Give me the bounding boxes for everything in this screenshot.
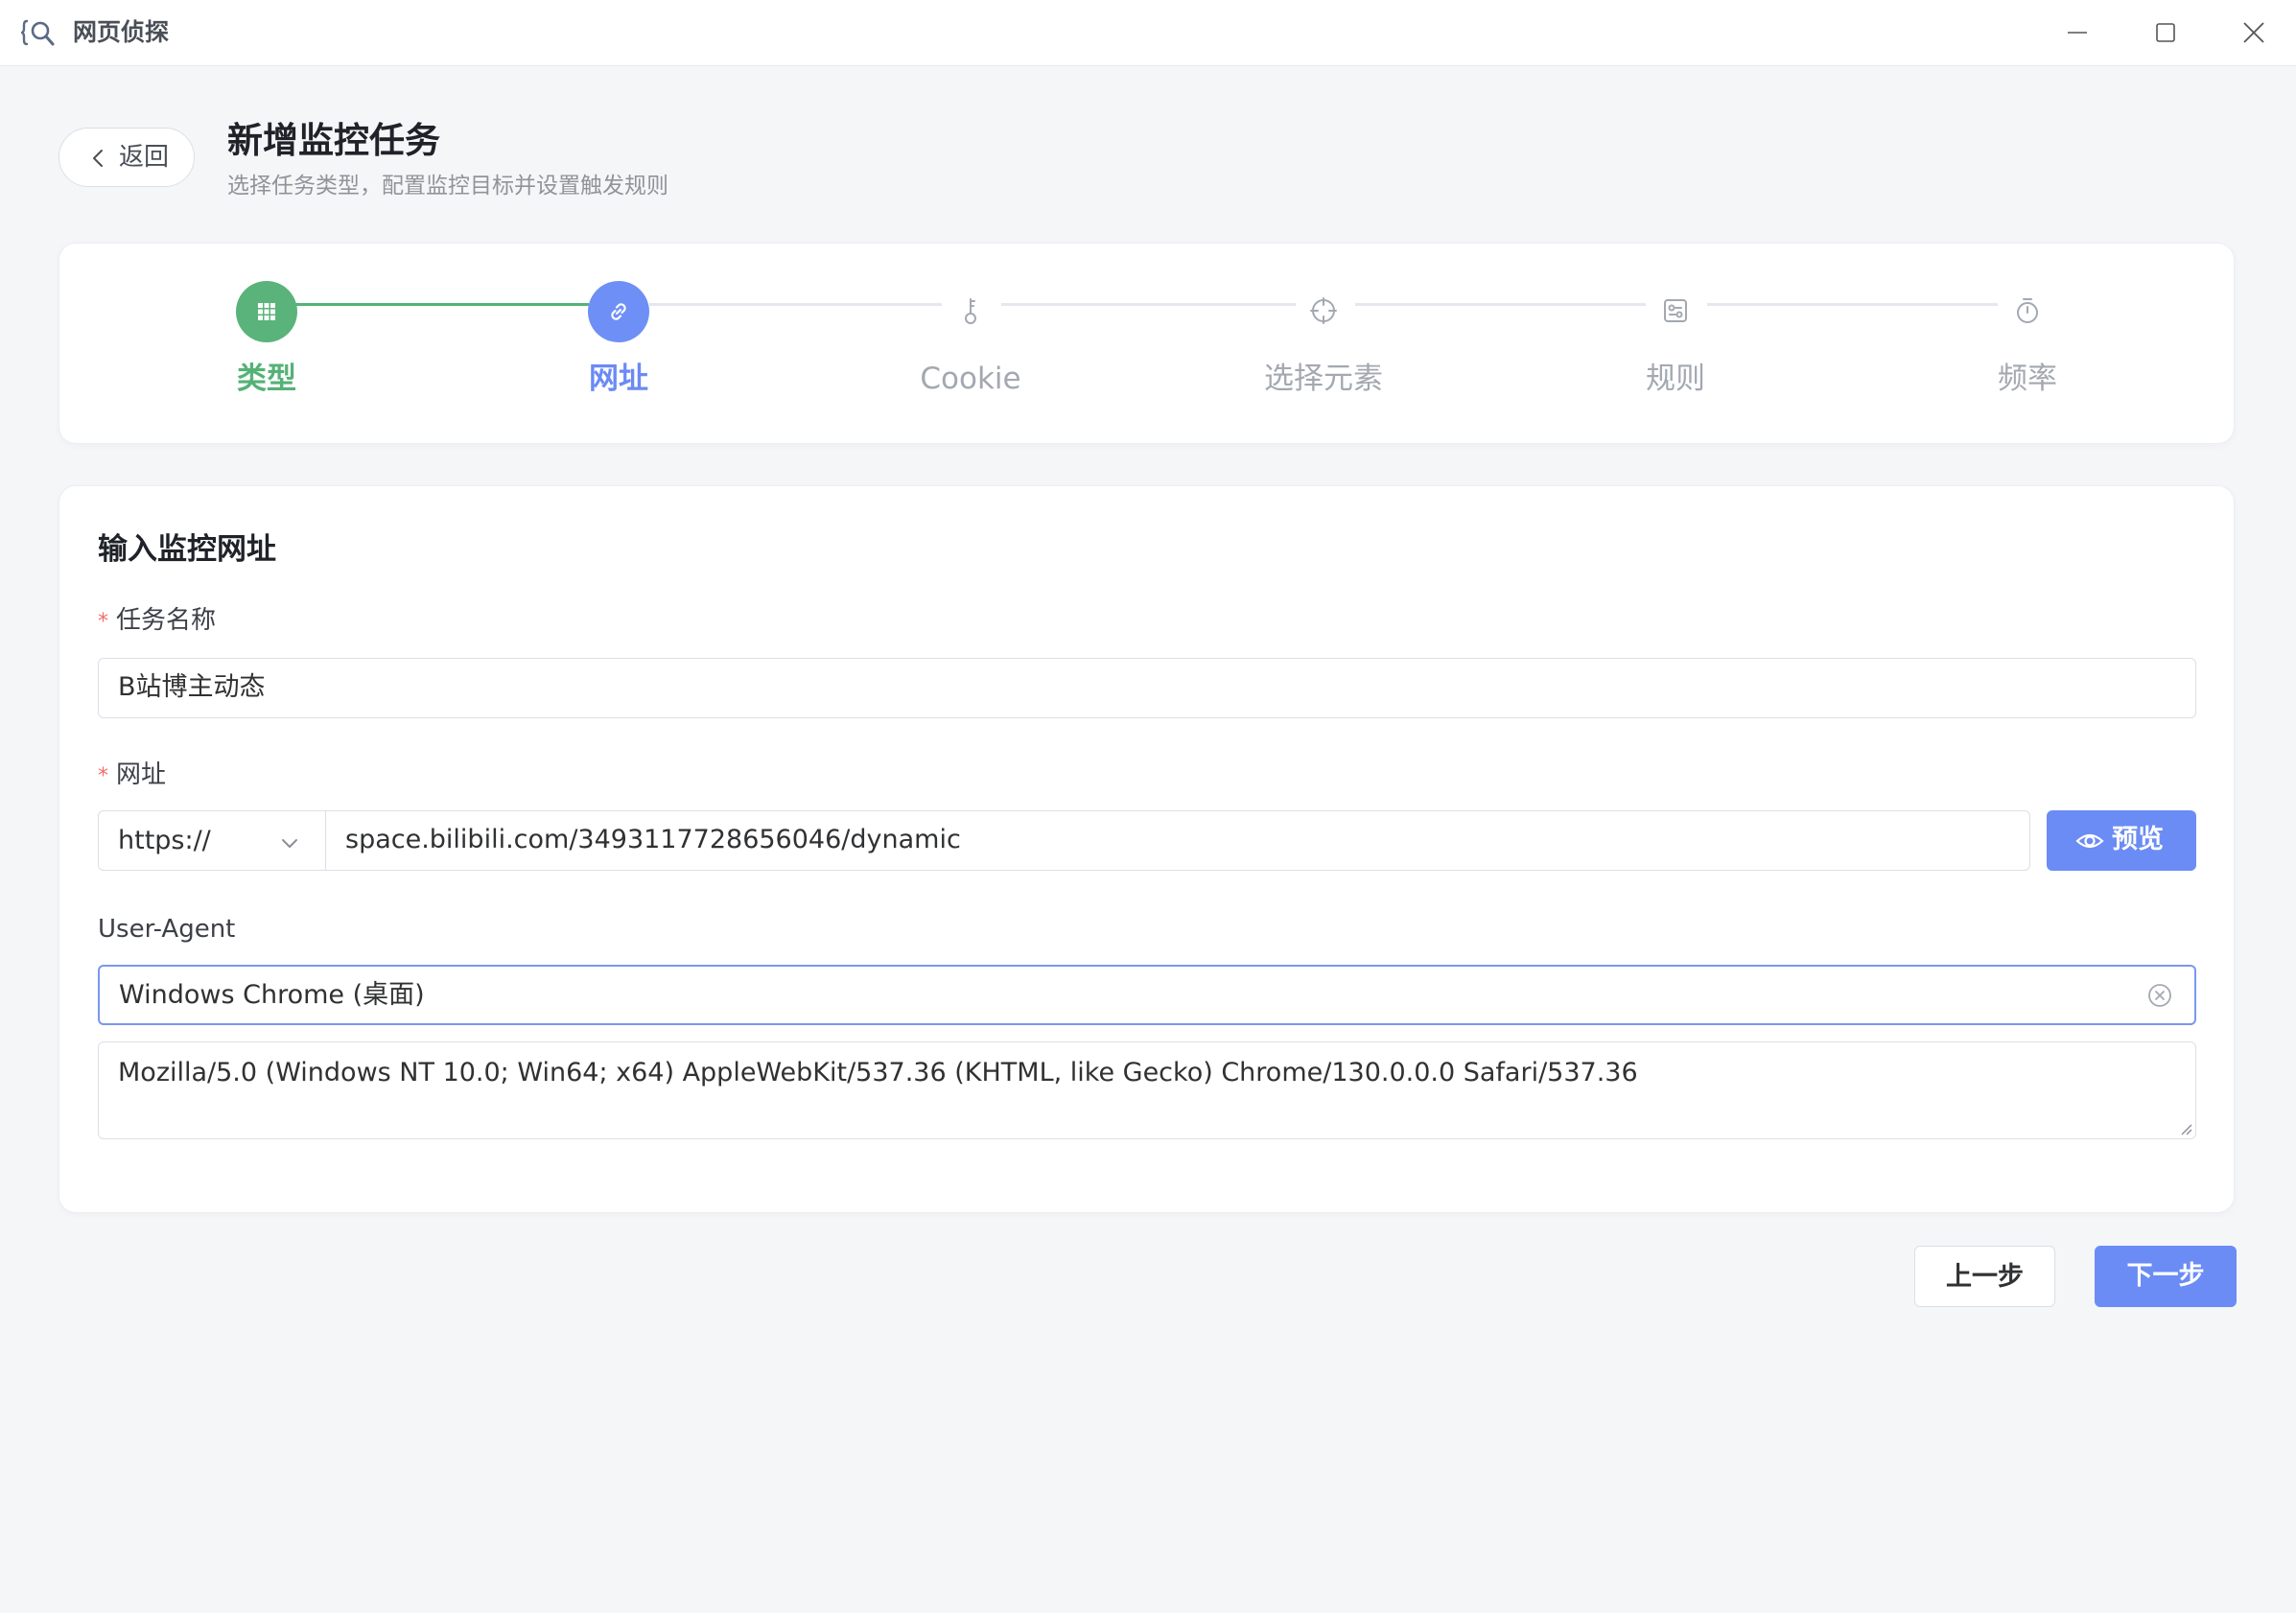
prev-step-button[interactable]: 上一步	[1914, 1246, 2055, 1307]
close-button[interactable]	[2235, 13, 2273, 52]
key-icon[interactable]	[954, 294, 987, 327]
preview-button[interactable]: 预览	[2047, 810, 2196, 871]
step-connector	[1355, 303, 1646, 306]
resize-handle-icon[interactable]	[2178, 1121, 2193, 1136]
user-agent-label: User-Agent	[98, 915, 236, 944]
task-name-value: B站博主动态	[118, 672, 266, 702]
scheme-select[interactable]: https://	[98, 810, 326, 871]
user-agent-select[interactable]: Windows Chrome (桌面)	[98, 965, 2196, 1025]
step-type[interactable]	[236, 281, 297, 342]
eye-icon	[2075, 833, 2104, 849]
url-input[interactable]: space.bilibili.com/3493117728656046/dyna…	[325, 810, 2030, 871]
task-name-input[interactable]: B站博主动态	[98, 658, 2196, 718]
step-label-rules: 规则	[1646, 362, 1705, 396]
crosshair-icon[interactable]	[1307, 294, 1340, 327]
title-bar: 网页侦探	[0, 0, 2296, 66]
back-button[interactable]: 返回	[59, 128, 195, 187]
prev-step-label: 上一步	[1946, 1262, 2024, 1292]
close-icon	[2243, 22, 2264, 43]
link-icon	[611, 303, 626, 320]
minimize-button[interactable]	[2058, 13, 2097, 52]
next-step-label: 下一步	[2126, 1261, 2205, 1291]
user-agent-selected: Windows Chrome (桌面)	[119, 980, 425, 1010]
step-connector	[1001, 303, 1296, 306]
maximize-button[interactable]	[2146, 13, 2185, 52]
url-value: space.bilibili.com/3493117728656046/dyna…	[345, 825, 961, 854]
app-logo-icon	[21, 19, 55, 46]
step-label-url: 网址	[589, 362, 648, 396]
grid-icon	[258, 303, 275, 320]
required-mark: *	[98, 764, 108, 788]
task-name-label: * 任务名称	[98, 603, 216, 640]
required-mark: *	[98, 610, 108, 634]
step-label-cookie: Cookie	[920, 362, 1021, 396]
clear-icon[interactable]	[2146, 982, 2173, 1009]
steps-card	[59, 243, 2235, 444]
app-title: 网页侦探	[73, 18, 170, 46]
step-label-frequency: 频率	[1998, 362, 2057, 396]
chevron-left-icon	[93, 150, 103, 167]
user-agent-value: Mozilla/5.0 (Windows NT 10.0; Win64; x64…	[118, 1058, 1638, 1087]
rules-icon[interactable]	[1659, 294, 1692, 327]
chevron-down-icon	[282, 839, 297, 848]
back-label: 返回	[119, 143, 170, 172]
maximize-icon	[2156, 23, 2175, 42]
step-connector	[295, 303, 589, 306]
task-name-label-text: 任务名称	[116, 606, 217, 635]
step-url[interactable]	[588, 281, 649, 342]
page-title: 新增监控任务	[227, 120, 440, 161]
step-connector	[649, 303, 942, 306]
scheme-value: https://	[118, 826, 211, 855]
page-subtitle: 选择任务类型，配置监控目标并设置触发规则	[227, 174, 668, 199]
timer-icon[interactable]	[2011, 294, 2044, 327]
url-label-text: 网址	[116, 760, 167, 789]
url-label: * 网址	[98, 758, 166, 794]
step-label-type: 类型	[237, 362, 296, 396]
minimize-icon	[2068, 32, 2087, 34]
user-agent-textarea[interactable]: Mozilla/5.0 (Windows NT 10.0; Win64; x64…	[98, 1041, 2196, 1139]
step-connector	[1707, 303, 1998, 306]
preview-label: 预览	[2112, 825, 2164, 854]
next-step-button[interactable]: 下一步	[2095, 1246, 2237, 1307]
step-label-select-element: 选择元素	[1264, 362, 1383, 396]
section-title: 输入监控网址	[98, 532, 276, 567]
